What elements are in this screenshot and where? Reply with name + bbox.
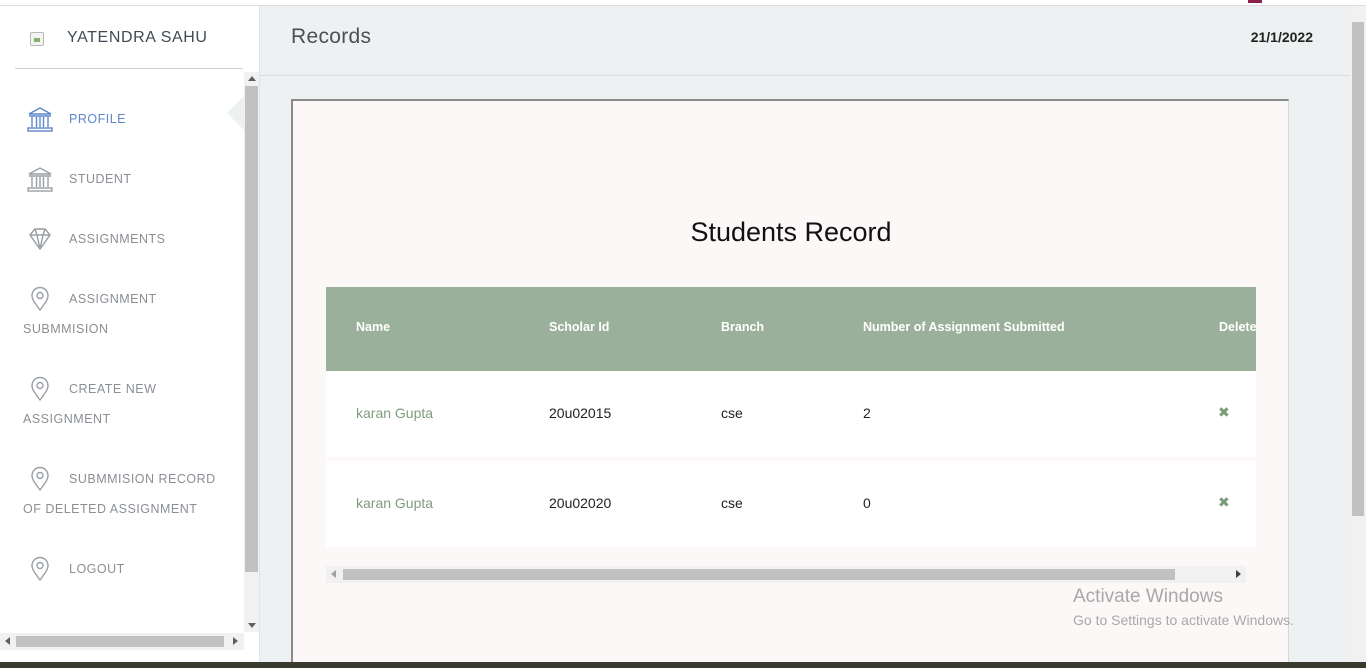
sidebar-vertical-scrollbar[interactable] — [244, 72, 259, 632]
column-header-scholar-id: Scholar Id — [549, 320, 610, 334]
diamond-icon — [26, 225, 54, 253]
scroll-left-icon[interactable] — [331, 570, 336, 578]
sidebar-item-assignments[interactable]: ASSIGNMENTS — [0, 224, 244, 254]
location-pin-icon — [26, 285, 54, 313]
column-header-assignments-submitted: Number of Assignment Submitted — [863, 320, 1065, 334]
sidebar-item-profile[interactable]: PROFILE — [0, 104, 244, 134]
bank-icon — [26, 105, 54, 133]
sidebar-horizontal-scrollbar[interactable] — [0, 633, 244, 650]
submitted-count-cell: 2 — [863, 405, 871, 421]
sidebar-item-label-line2: ASSIGNMENT — [23, 412, 111, 426]
watermark-title: Activate Windows — [1073, 586, 1223, 607]
sidebar: YATENDRA SAHU PROFILE STUDENT ASSIGNMENT… — [0, 6, 260, 668]
sidebar-item-assignment-submission[interactable]: ASSIGNMENT SUBMMISION — [0, 284, 244, 344]
sidebar-item-student[interactable]: STUDENT — [0, 164, 244, 194]
branch-cell: cse — [721, 405, 743, 421]
user-name: YATENDRA SAHU — [67, 29, 208, 46]
sidebar-item-logout[interactable]: LOGOUT — [0, 554, 244, 584]
watermark-subtitle: Go to Settings to activate Windows. — [1073, 612, 1294, 628]
sidebar-item-label: PROFILE — [69, 112, 126, 126]
broken-image-icon — [30, 32, 44, 46]
scrollbar-thumb[interactable] — [343, 569, 1175, 580]
sidebar-item-label: LOGOUT — [69, 562, 125, 576]
scroll-right-icon[interactable] — [233, 637, 238, 645]
sidebar-item-create-new-assignment[interactable]: CREATE NEW ASSIGNMENT — [0, 374, 244, 434]
student-name-link[interactable]: karan Gupta — [356, 405, 433, 421]
scholar-id-cell: 20u02015 — [549, 405, 612, 421]
sidebar-item-label: STUDENT — [69, 172, 132, 186]
column-header-delete: Delete — [1219, 320, 1256, 334]
submitted-count-cell: 0 — [863, 495, 871, 511]
page-title: Records — [291, 25, 372, 48]
delete-icon[interactable]: ✖ — [1218, 494, 1230, 511]
taskbar-edge — [0, 662, 1366, 668]
table-row: karan Gupta 20u02015 cse 2 ✖ — [326, 371, 1256, 457]
branch-cell: cse — [721, 495, 743, 511]
page-header: Records 21/1/2022 — [260, 6, 1350, 76]
scroll-down-icon[interactable] — [248, 623, 256, 628]
records-card: Students Record Name Scholar Id Branch N… — [291, 99, 1289, 668]
scroll-up-icon[interactable] — [248, 76, 256, 81]
location-pin-icon — [26, 555, 54, 583]
student-name-link[interactable]: karan Gupta — [356, 495, 433, 511]
location-pin-icon — [26, 465, 54, 493]
current-date: 21/1/2022 — [1250, 29, 1313, 45]
sidebar-item-label-line2: SUBMMISION — [23, 322, 109, 336]
bank-icon — [26, 165, 54, 193]
sidebar-item-label: ASSIGNMENT — [69, 292, 157, 306]
table-header: Name Scholar Id Branch Number of Assignm… — [326, 287, 1256, 371]
scroll-right-icon[interactable] — [1236, 570, 1241, 578]
page-vertical-scrollbar[interactable] — [1350, 6, 1366, 668]
column-header-name: Name — [356, 320, 391, 334]
scroll-left-icon[interactable] — [5, 637, 10, 645]
sidebar-item-deleted-assignment-record[interactable]: SUBMMISION RECORD OF DELETED ASSIGNMENT — [0, 464, 244, 524]
scrollbar-thumb[interactable] — [245, 86, 258, 572]
scrollbar-thumb[interactable] — [16, 636, 224, 647]
scholar-id-cell: 20u02020 — [549, 495, 612, 511]
table-row: karan Gupta 20u02020 cse 0 ✖ — [326, 461, 1256, 547]
card-title: Students Record — [690, 217, 892, 247]
windows-activation-watermark: Activate Windows Go to Settings to activ… — [1073, 586, 1294, 628]
sidebar-item-label: ASSIGNMENTS — [69, 232, 166, 246]
sidebar-item-label-line2: OF DELETED ASSIGNMENT — [23, 502, 198, 516]
sidebar-item-label: CREATE NEW — [69, 382, 157, 396]
tab-indicator — [1248, 0, 1262, 3]
sidebar-nav: PROFILE STUDENT ASSIGNMENTS ASSIGNMENT S… — [0, 70, 244, 628]
brand: YATENDRA SAHU — [15, 6, 243, 69]
location-pin-icon — [26, 375, 54, 403]
students-table: Name Scholar Id Branch Number of Assignm… — [326, 287, 1256, 551]
scrollbar-thumb[interactable] — [1352, 22, 1364, 516]
delete-icon[interactable]: ✖ — [1218, 404, 1230, 421]
sidebar-item-label: SUBMMISION RECORD — [69, 472, 216, 486]
column-header-branch: Branch — [721, 320, 765, 334]
table-horizontal-scrollbar[interactable] — [326, 566, 1246, 583]
